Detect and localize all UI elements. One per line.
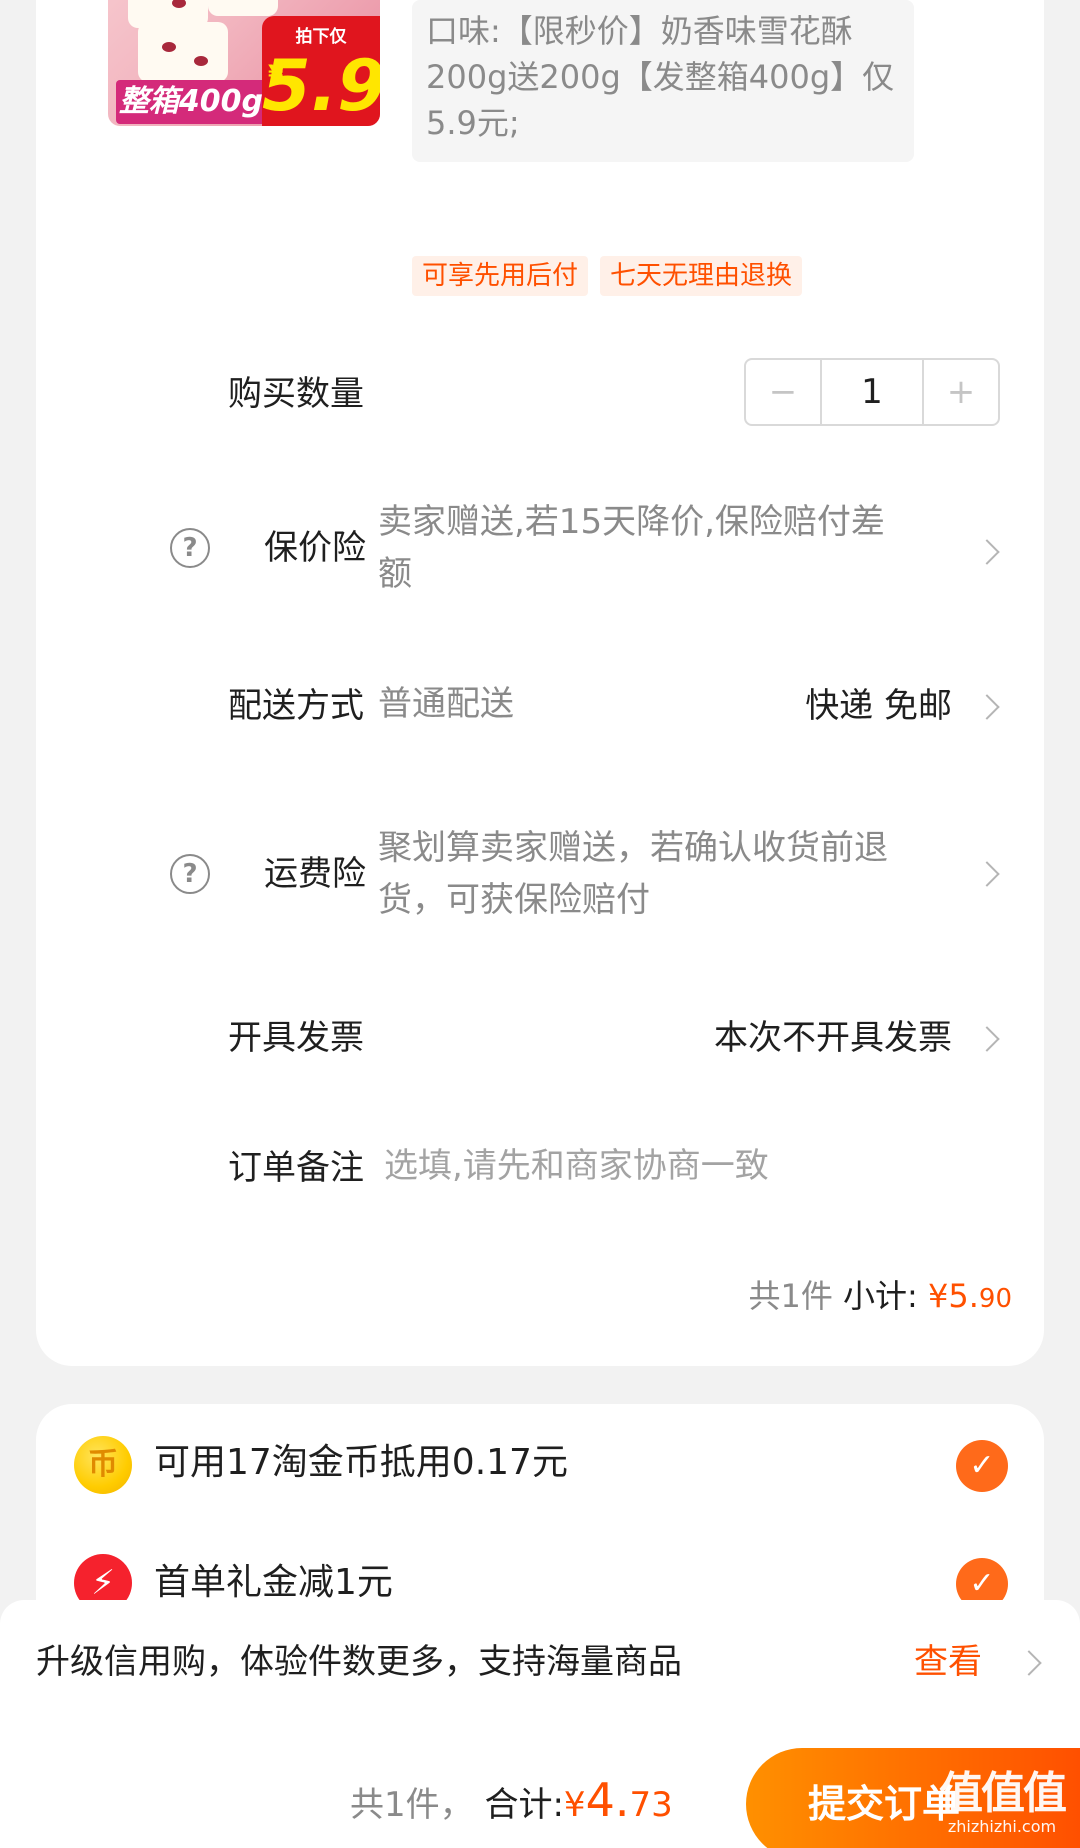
subtotal-currency: ¥: [928, 1277, 949, 1315]
taobao-coin-icon: 币: [74, 1436, 132, 1494]
help-icon[interactable]: ?: [170, 854, 210, 894]
coin-discount-text: 可用17淘金币抵用0.17元: [154, 1442, 568, 1483]
order-confirm-page: 整箱400g 拍下仅 ¥ 5.9 口味:【限秒价】奶香味雪花酥200g送200g…: [0, 0, 1080, 1848]
shipping-insurance-desc[interactable]: 聚划算卖家赠送，若确认收货前退货，可获保险赔付: [378, 822, 938, 926]
price-protection-desc[interactable]: 卖家赠送,若15天降价,保险赔付差额: [378, 496, 898, 600]
service-tag-free-return: 七天无理由退换: [600, 256, 803, 296]
delivery-value[interactable]: 快递 免邮: [656, 684, 952, 728]
chevron-right-icon[interactable]: [1016, 1650, 1042, 1676]
order-note-input[interactable]: 选填,请先和商家协商一致: [384, 1140, 944, 1192]
subtotal-cents: 90: [978, 1284, 1012, 1314]
chevron-right-icon[interactable]: [974, 539, 1000, 565]
product-price-tag: 拍下仅 ¥ 5.9: [262, 16, 380, 126]
product-image-cake: [138, 22, 228, 82]
order-total: 共1件， 合计:¥4.73: [350, 1774, 673, 1831]
price-protection-label: 保价险: [264, 528, 366, 568]
watermark-logo: 值值值: [939, 1768, 1067, 1819]
delivery-desc: 普通配送: [378, 684, 514, 724]
subtotal-label: 小计:: [843, 1277, 918, 1315]
service-tag-pay-later: 可享先用后付: [412, 256, 589, 296]
order-item-card: 整箱400g 拍下仅 ¥ 5.9 口味:【限秒价】奶香味雪花酥200g送200g…: [36, 0, 1044, 1366]
chevron-right-icon[interactable]: [974, 694, 1000, 720]
product-promo-tag: 整箱400g: [116, 80, 266, 124]
quantity-minus-button[interactable]: −: [746, 360, 820, 424]
quantity-value[interactable]: 1: [820, 360, 924, 424]
checkout-bar: 共1件， 合计:¥4.73 提交订单: [0, 1730, 1080, 1848]
total-count: 共1件，: [350, 1785, 474, 1825]
price-tag-caption: 拍下仅: [295, 27, 347, 47]
checkmark-icon[interactable]: ✓: [956, 1440, 1008, 1492]
chevron-right-icon[interactable]: [974, 1026, 1000, 1052]
quantity-plus-button[interactable]: +: [924, 360, 998, 424]
chevron-right-icon[interactable]: [974, 861, 1000, 887]
order-note-label: 订单备注: [228, 1148, 364, 1188]
quantity-label: 购买数量: [228, 374, 364, 414]
product-thumbnail[interactable]: 整箱400g 拍下仅 ¥ 5.9: [108, 0, 380, 126]
subtotal-integer: 5.: [948, 1277, 979, 1315]
total-decimal: 73: [629, 1785, 673, 1825]
quantity-stepper: − 1 +: [744, 358, 1000, 426]
credit-banner-text: 升级信用购，体验件数更多，支持海量商品: [36, 1642, 682, 1682]
sku-description[interactable]: 口味:【限秒价】奶香味雪花酥200g送200g【发整箱400g】仅5.9元;: [412, 0, 914, 162]
delivery-label: 配送方式: [228, 686, 364, 726]
site-watermark: 值值值 zhizhizhi.com: [932, 1770, 1072, 1840]
shipping-insurance-label: 运费险: [264, 854, 366, 894]
total-currency: ¥: [563, 1785, 586, 1825]
watermark-url: zhizhizhi.com: [947, 1817, 1057, 1836]
product-image-cake: [208, 0, 278, 16]
price-tag-currency: ¥: [268, 62, 284, 87]
total-label: 合计:: [484, 1785, 564, 1825]
credit-upgrade-banner[interactable]: 升级信用购，体验件数更多，支持海量商品 查看: [0, 1600, 1080, 1730]
invoice-value[interactable]: 本次不开具发票: [596, 1016, 952, 1060]
service-tags: 可享先用后付 七天无理由退换: [412, 256, 803, 296]
total-integer: 4.: [585, 1773, 630, 1827]
subtotal: 共1件 小计: ¥5.90: [749, 1274, 1013, 1321]
credit-view-link[interactable]: 查看: [914, 1640, 982, 1684]
help-icon[interactable]: ?: [170, 528, 210, 568]
invoice-label: 开具发票: [228, 1018, 364, 1058]
subtotal-count: 共1件: [748, 1277, 833, 1315]
